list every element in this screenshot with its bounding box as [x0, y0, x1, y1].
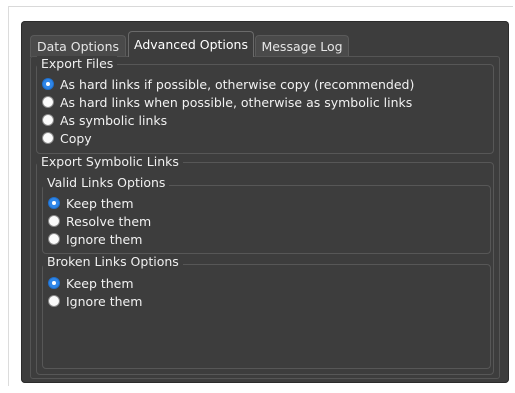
window-edge-top: [8, 6, 513, 7]
radio-unselected-icon: [42, 96, 54, 108]
radio-label: As hard links if possible, otherwise cop…: [60, 76, 415, 92]
radio-label: Keep them: [66, 275, 134, 291]
radio-label: Copy: [60, 130, 92, 146]
radio-valid-keep[interactable]: Keep them: [48, 194, 134, 212]
tab-data-options-label: Data Options: [36, 39, 120, 54]
export-symbolic-links-title: Export Symbolic Links: [37, 154, 183, 169]
radio-label: As symbolic links: [60, 112, 168, 128]
valid-links-title: Valid Links Options: [43, 175, 170, 190]
export-files-title: Export Files: [37, 56, 118, 71]
radio-unselected-icon: [48, 295, 60, 307]
broken-links-title: Broken Links Options: [43, 254, 183, 269]
window-edge-left: [8, 6, 9, 386]
radio-label: Keep them: [66, 195, 134, 211]
radio-unselected-icon: [42, 114, 54, 126]
radio-broken-ignore[interactable]: Ignore them: [48, 292, 142, 310]
radio-selected-icon: [48, 277, 60, 289]
radio-unselected-icon: [48, 233, 60, 245]
radio-label: Ignore them: [66, 293, 143, 309]
radio-unselected-icon: [42, 132, 54, 144]
radio-label: Resolve them: [66, 213, 152, 229]
tab-advanced-options[interactable]: Advanced Options: [128, 31, 254, 57]
radio-valid-ignore[interactable]: Ignore them: [48, 230, 142, 248]
tab-message-log[interactable]: Message Log: [255, 35, 349, 57]
tab-message-log-label: Message Log: [261, 39, 343, 54]
radio-valid-resolve[interactable]: Resolve them: [48, 212, 151, 230]
radio-copy[interactable]: Copy: [42, 129, 92, 147]
radio-hard-links-or-symbolic[interactable]: As hard links when possible, otherwise a…: [42, 93, 412, 111]
radio-selected-icon: [48, 197, 60, 209]
radio-hard-links-or-copy[interactable]: As hard links if possible, otherwise cop…: [42, 75, 414, 93]
radio-label: As hard links when possible, otherwise a…: [60, 94, 413, 110]
radio-selected-icon: [42, 78, 54, 90]
radio-unselected-icon: [48, 215, 60, 227]
radio-label: Ignore them: [66, 231, 143, 247]
radio-broken-keep[interactable]: Keep them: [48, 274, 134, 292]
radio-symbolic-links[interactable]: As symbolic links: [42, 111, 167, 129]
tab-advanced-options-label: Advanced Options: [134, 37, 248, 52]
tab-data-options[interactable]: Data Options: [30, 35, 126, 57]
